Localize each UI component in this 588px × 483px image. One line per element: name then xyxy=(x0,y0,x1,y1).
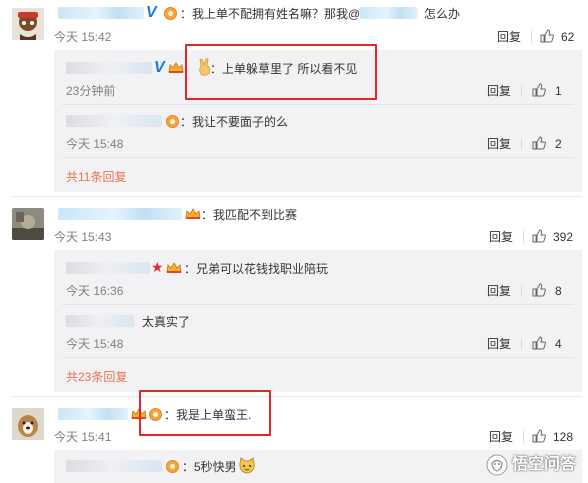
highlight-box xyxy=(139,390,271,436)
reply-username[interactable] xyxy=(66,460,162,472)
reply-button[interactable]: 回复 xyxy=(487,337,511,351)
star-badge-icon: ★ xyxy=(151,259,164,275)
comment-text: ：我上单不配拥有姓名嘛？那我@ xyxy=(180,7,361,21)
comment-time: 今天 15:43 xyxy=(54,230,112,244)
comment-time: 今天 15:42 xyxy=(54,30,112,44)
reply-time: 23分钟前 xyxy=(66,84,116,98)
reply-button[interactable]: 回复 xyxy=(489,230,513,244)
reply-time: 今天 15:48 xyxy=(66,137,124,151)
like-icon[interactable] xyxy=(532,429,546,443)
like-count: 8 xyxy=(555,284,562,298)
reply-username[interactable] xyxy=(66,115,162,127)
like-icon[interactable] xyxy=(532,336,546,350)
like-count: 2 xyxy=(555,137,562,151)
username[interactable] xyxy=(58,7,144,19)
cat-emoji-icon xyxy=(239,457,255,474)
reply-button[interactable]: 回复 xyxy=(487,84,511,98)
avatar[interactable] xyxy=(12,408,44,440)
reply-text: ：5秒快男 xyxy=(182,460,237,474)
username[interactable] xyxy=(58,408,128,420)
fan-badge-icon xyxy=(166,115,179,128)
divider xyxy=(62,357,574,358)
like-count: 392 xyxy=(553,230,574,244)
divider xyxy=(62,157,574,158)
divider xyxy=(62,104,574,105)
verified-icon: V xyxy=(154,59,165,76)
reply-time: 今天 15:48 xyxy=(66,337,124,351)
divider xyxy=(521,338,522,350)
reply-text: ：兄弟可以花钱找职业陪玩 xyxy=(184,262,329,276)
divider xyxy=(523,231,524,243)
like-icon[interactable] xyxy=(540,29,554,43)
reply-time: 今天 16:36 xyxy=(66,284,124,298)
like-count: 128 xyxy=(553,430,574,444)
like-icon[interactable] xyxy=(532,136,546,150)
reply-username[interactable] xyxy=(66,315,134,327)
comment-text: ：我匹配不到比赛 xyxy=(201,208,298,222)
highlight-box xyxy=(185,44,377,100)
wukong-logo-icon xyxy=(486,454,508,476)
username[interactable] xyxy=(58,208,182,220)
reply-text: 太真实了 xyxy=(142,315,191,329)
watermark-text: 悟空问答 xyxy=(512,456,577,473)
comment-text-tail: 怎么办 xyxy=(424,7,461,21)
comment-time: 今天 15:41 xyxy=(54,430,112,444)
divider xyxy=(12,196,582,197)
divider xyxy=(521,285,522,297)
like-icon[interactable] xyxy=(532,229,546,243)
reply-button[interactable]: 回复 xyxy=(487,284,511,298)
reply-username[interactable] xyxy=(66,62,152,74)
avatar[interactable] xyxy=(12,8,44,40)
watermark: 悟空问答 xyxy=(486,452,584,478)
member-crown-icon xyxy=(185,208,201,219)
reply-button[interactable]: 回复 xyxy=(487,137,511,151)
reply-text: ：我让不要面子的么 xyxy=(180,115,289,129)
like-icon[interactable] xyxy=(532,83,546,97)
mention-username[interactable] xyxy=(360,7,418,19)
avatar[interactable] xyxy=(12,208,44,240)
like-count: 4 xyxy=(555,337,562,351)
view-more-replies-link[interactable]: 共11条回复 xyxy=(66,170,126,184)
divider xyxy=(12,396,582,397)
fan-badge-icon xyxy=(166,460,179,473)
reply-button[interactable]: 回复 xyxy=(489,430,513,444)
divider xyxy=(523,431,524,443)
verified-icon: V xyxy=(146,4,157,21)
member-crown-icon xyxy=(166,262,182,273)
like-count: 1 xyxy=(555,84,562,98)
reply-username[interactable] xyxy=(66,262,150,274)
member-crown-icon xyxy=(168,62,184,73)
divider xyxy=(521,138,522,150)
reply-button[interactable]: 回复 xyxy=(497,30,521,44)
view-more-replies-link[interactable]: 共23条回复 xyxy=(66,370,127,384)
like-icon[interactable] xyxy=(532,283,546,297)
divider xyxy=(521,85,522,97)
like-count: 62 xyxy=(561,30,575,44)
divider xyxy=(531,31,532,43)
fan-badge-icon xyxy=(164,7,177,20)
divider xyxy=(62,304,574,305)
